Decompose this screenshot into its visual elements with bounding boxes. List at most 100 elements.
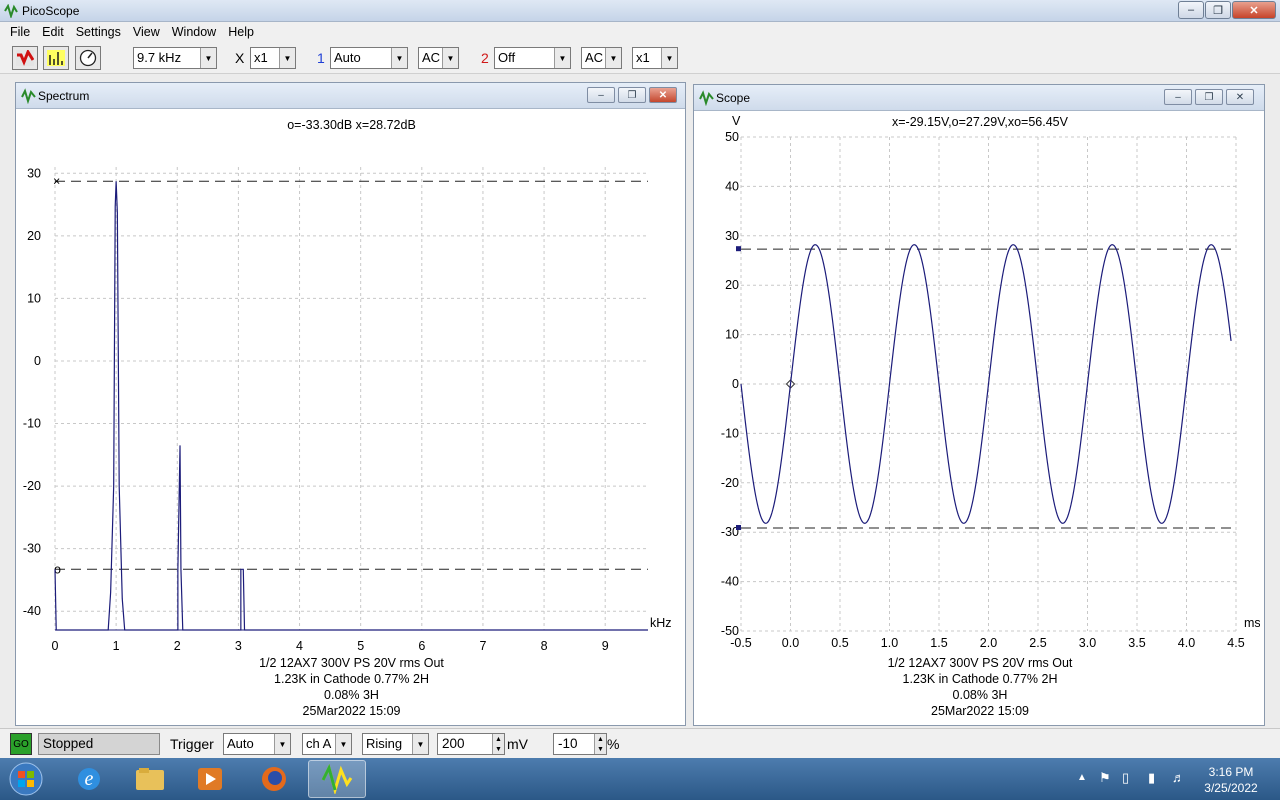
clock-time: 3:16 PM (1208, 765, 1254, 779)
scope-caption: 1/2 12AX7 300V PS 20V rms Out 1.23K in C… (700, 655, 1260, 719)
meter-mode-button[interactable] (75, 46, 101, 70)
stepper-down-icon[interactable]: ▼ (495, 746, 502, 753)
taskbar-picoscope[interactable] (308, 760, 366, 798)
menu-window[interactable]: Window (166, 25, 222, 39)
y-tick-label: -40 (23, 604, 41, 618)
trigger-channel-select[interactable]: ch A ▼ (302, 733, 352, 755)
maximize-icon[interactable]: ❐ (1195, 89, 1223, 105)
spectrum-trace (54, 181, 648, 631)
start-button[interactable] (4, 760, 48, 798)
taskbar-internet-explorer[interactable]: e (60, 760, 118, 798)
menu-edit[interactable]: Edit (36, 25, 70, 39)
maximize-icon[interactable]: ❐ (618, 87, 646, 103)
x-tick-label: 0 (52, 639, 59, 653)
minimize-icon[interactable]: – (1178, 1, 1204, 19)
spectrum-window-controls: – ❐ ✕ (584, 87, 677, 103)
close-icon[interactable]: ✕ (1232, 1, 1276, 19)
chevron-down-icon: ▼ (279, 48, 295, 68)
volume-icon[interactable]: ♬ (1172, 770, 1185, 785)
menu-settings[interactable]: Settings (70, 25, 127, 39)
y-tick-label: -30 (23, 542, 41, 556)
chevron-down-icon: ▼ (554, 48, 570, 68)
channel-2-range-select[interactable]: Off ▼ (494, 47, 571, 69)
x-tick-label: 0.5 (831, 636, 848, 650)
cursor-x-marker: × (53, 174, 60, 188)
x-tick-label: 9 (602, 639, 609, 653)
minimize-icon[interactable]: – (587, 87, 615, 103)
window-controls: – ❐ ✕ (1177, 1, 1276, 19)
stepper-up-icon[interactable]: ▲ (495, 736, 502, 743)
trigger-label: Trigger (170, 736, 214, 752)
spectrum-caption: 1/2 12AX7 300V PS 20V rms Out 1.23K in C… (22, 655, 681, 719)
chevron-down-icon: ▼ (200, 48, 216, 68)
close-icon[interactable]: ✕ (649, 87, 677, 103)
internet-explorer-icon: e (78, 768, 100, 790)
stepper-down-icon[interactable]: ▼ (597, 746, 604, 753)
channel-1-label: 1 (317, 50, 325, 66)
multiplier-select[interactable]: x1 ▼ (250, 47, 296, 69)
menu-file[interactable]: File (4, 25, 36, 39)
x-tick-label: 2.5 (1029, 636, 1046, 650)
chevron-down-icon: ▼ (442, 48, 458, 68)
menu-bar: File Edit Settings View Window Help (0, 22, 1280, 42)
taskbar-clock[interactable]: 3:16 PM 3/25/2022 (1196, 764, 1266, 796)
status-bar: GO Stopped Trigger Auto ▼ ch A ▼ Rising ▼ 2… (0, 728, 1280, 758)
taskbar: e ▲ ⚑ ▯ ▮ ♬ 3:16 PM 3/25/2022 (0, 758, 1280, 800)
taskbar-media-player[interactable] (181, 760, 239, 798)
spectrum-window-caption: Spectrum – ❐ ✕ (16, 83, 685, 109)
caption-line: 1.23K in Cathode 0.77% 2H (902, 672, 1058, 686)
scope-window: Scope – ❐ ✕ 50 40 30 20 10 0 -10 -20 -30 -40 -50 -0… (693, 84, 1265, 726)
maximize-icon[interactable]: ❐ (1205, 1, 1231, 19)
y-tick-label: -10 (721, 426, 739, 440)
taskbar-firefox[interactable] (245, 760, 303, 798)
caption-line: 0.08% 3H (324, 688, 379, 702)
x-tick-label: 1.5 (930, 636, 947, 650)
minimize-icon[interactable]: – (1164, 89, 1192, 105)
x-unit-label: kHz (650, 616, 672, 630)
scope-window-caption: Scope – ❐ ✕ (694, 85, 1264, 111)
trigger-level-stepper[interactable]: 200 ▲ ▼ (437, 733, 505, 755)
close-icon[interactable]: ✕ (1226, 89, 1254, 105)
trigger-mode-select[interactable]: Auto ▼ (223, 733, 291, 755)
channel-1-range-select[interactable]: Auto ▼ (330, 47, 408, 69)
menu-help[interactable]: Help (222, 25, 260, 39)
channel-1-coupling-select[interactable]: AC ▼ (418, 47, 459, 69)
stepper-up-icon[interactable]: ▲ (597, 736, 604, 743)
app-title: PicoScope (22, 4, 80, 18)
clock-date: 3/25/2022 (1204, 781, 1258, 795)
show-hidden-icons-icon[interactable]: ▲ (1077, 772, 1087, 783)
menu-view[interactable]: View (127, 25, 166, 39)
cursor-x-marker (736, 525, 741, 531)
caption-line: 1.23K in Cathode 0.77% 2H (274, 672, 429, 686)
go-button[interactable]: GO (10, 733, 32, 755)
spectrum-window: Spectrum – ❐ ✕ 30 20 10 0 -10 -20 -30 -40 0 1 2 3 4 5… (15, 82, 686, 726)
multiplier-2-select[interactable]: x1 ▼ (632, 47, 678, 69)
y-tick-label: 40 (725, 179, 739, 193)
caption-line: 1/2 12AX7 300V PS 20V rms Out (259, 656, 444, 670)
folder-icon (136, 768, 164, 790)
scope-mode-button[interactable] (12, 46, 38, 70)
y-tick-label: 20 (725, 278, 739, 292)
picoscope-logo-icon (4, 4, 18, 18)
pretrigger-stepper[interactable]: -10 ▲ ▼ (553, 733, 607, 755)
x-tick-label: 1.0 (881, 636, 898, 650)
trigger-edge-select[interactable]: Rising ▼ (362, 733, 429, 755)
channel-2-coupling-select[interactable]: AC ▼ (581, 47, 622, 69)
chevron-down-icon: ▼ (661, 48, 677, 68)
spectrum-mode-button[interactable] (43, 46, 69, 70)
scope-mode-icon (16, 50, 34, 66)
device-icon[interactable]: ▯ (1122, 770, 1129, 786)
scope-chart[interactable]: 50403020100-10-20-30-40-50-0.5 0.0 0.5 1.0 1… (700, 113, 1261, 727)
taskbar-file-explorer[interactable] (121, 760, 179, 798)
x-tick-label: 8 (541, 639, 548, 653)
x-tick-label: 4 (296, 639, 303, 653)
action-center-flag-icon[interactable]: ⚑ (1099, 770, 1111, 786)
spectrum-chart[interactable]: 3020100-10-20-30-400 1 2 3 4 5 6 7 8 9kHz×o (22, 111, 681, 727)
svg-text:e: e (85, 768, 94, 790)
frequency-select[interactable]: 9.7 kHz ▼ (133, 47, 217, 69)
chevron-down-icon: ▼ (274, 734, 290, 754)
network-icon[interactable]: ▮ (1148, 770, 1155, 786)
main-title-bar: PicoScope – ❐ ✕ (0, 0, 1280, 22)
x-tick-label: 3.5 (1128, 636, 1145, 650)
spectrum-plot-area: 30 20 10 0 -10 -20 -30 -40 0 1 2 3 4 5 6 7 8 9 kHz × o o=-33… (22, 111, 679, 725)
